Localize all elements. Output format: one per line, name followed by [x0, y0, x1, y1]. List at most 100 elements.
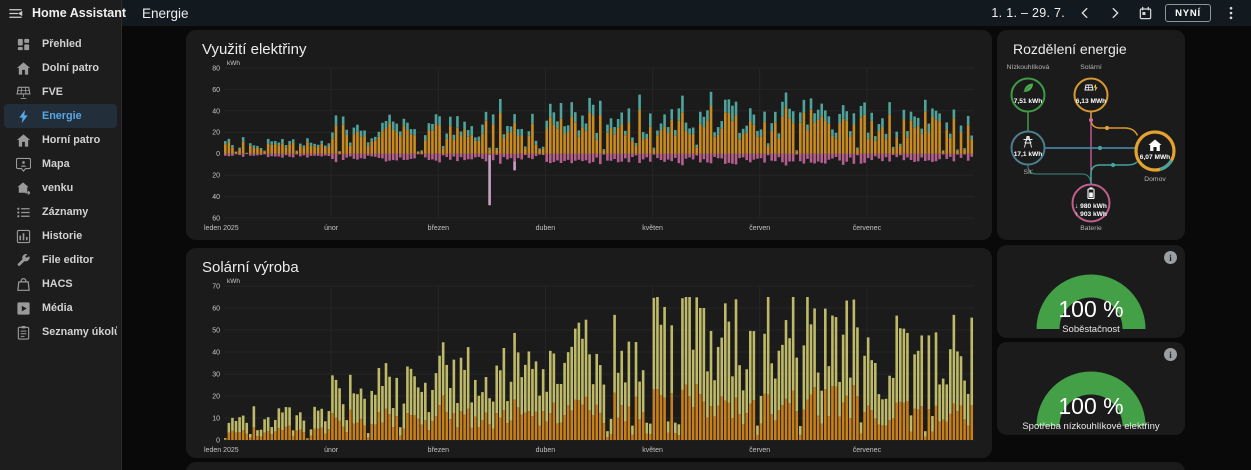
svg-text:0: 0: [216, 437, 220, 444]
svg-text:60: 60: [212, 87, 220, 94]
svg-text:duben: duben: [536, 447, 556, 454]
svg-text:17,1 kWh: 17,1 kWh: [1014, 151, 1043, 158]
svg-text:6,07 MWh: 6,07 MWh: [1140, 154, 1170, 161]
next-period-button[interactable]: [1105, 3, 1125, 23]
sidebar-item-mapa[interactable]: Mapa: [4, 152, 117, 176]
gauge-label: Soběstačnost: [1062, 324, 1120, 335]
store-icon: [16, 277, 31, 292]
sidebar-item-energie[interactable]: Energie: [4, 104, 117, 128]
svg-text:Baterie: Baterie: [1080, 225, 1102, 232]
sidebar-item-label: HACS: [42, 278, 73, 290]
sidebar-item-label: Záznamy: [42, 206, 89, 218]
svg-text:80: 80: [212, 65, 220, 72]
calendar-button[interactable]: [1135, 3, 1155, 23]
svg-text:20: 20: [212, 130, 220, 137]
svg-text:květen: květen: [642, 225, 663, 232]
svg-text:březen: březen: [428, 225, 450, 232]
svg-text:60: 60: [212, 305, 220, 312]
sidebar-item-label: File editor: [42, 254, 94, 266]
hamburger-icon: [9, 8, 23, 18]
sidebar-item-label: Seznamy úkolů: [42, 326, 117, 338]
sidebar: Přehled Dolní patro FVE Energie Horní patro M…: [0, 26, 122, 470]
svg-text:20: 20: [212, 173, 220, 180]
sidebar-item-zaznamy[interactable]: Záznamy: [4, 200, 117, 224]
app-title: Home Assistant: [32, 6, 127, 20]
sidebar-item-prehled[interactable]: Přehled: [4, 32, 117, 56]
svg-text:40: 40: [212, 108, 220, 115]
header-controls: 1. 1. – 29. 7. NYNÍ: [991, 0, 1251, 26]
svg-text:↓ 980 kWh: ↓ 980 kWh: [1075, 203, 1107, 210]
date-range-label[interactable]: 1. 1. – 29. 7.: [991, 6, 1065, 20]
sidebar-item-seznamy-ukolu[interactable]: Seznamy úkolů: [4, 320, 117, 344]
svg-text:červen: červen: [749, 447, 770, 454]
wrench-icon: [16, 253, 31, 268]
svg-text:Nízkouhlíková: Nízkouhlíková: [1007, 64, 1050, 71]
chevron-right-icon: [1112, 7, 1119, 19]
now-button[interactable]: NYNÍ: [1165, 4, 1211, 22]
sidebar-item-label: Přehled: [42, 38, 82, 50]
svg-text:10: 10: [212, 415, 220, 422]
sidebar-item-label: Historie: [42, 230, 83, 242]
sidebar-header: Home Assistant: [0, 0, 126, 26]
chart-box-icon: [16, 229, 31, 244]
node-solar: Solární 6,13 MWh: [1073, 64, 1109, 113]
chevron-left-icon: [1081, 7, 1088, 19]
partially-visible-card: [186, 462, 1185, 470]
svg-text:březen: březen: [428, 447, 450, 454]
svg-text:únor: únor: [324, 225, 339, 232]
sidebar-item-media[interactable]: Média: [4, 296, 117, 320]
sidebar-item-venku[interactable]: venku: [4, 176, 117, 200]
sidebar-item-hacs[interactable]: HACS: [4, 272, 117, 296]
map-icon: [16, 157, 31, 172]
sidebar-item-label: venku: [42, 182, 74, 194]
energy-distribution-diagram: Nízkouhlíková 7,51 kWh Solární 6,13 MWh …: [1007, 64, 1176, 232]
svg-text:květen: květen: [642, 447, 663, 454]
sidebar-item-label: Energie: [42, 110, 82, 122]
svg-text:60: 60: [212, 215, 220, 222]
overflow-menu-button[interactable]: [1221, 3, 1241, 23]
node-battery: ↓ 980 kWh ↑ 903 kWh Baterie: [1071, 183, 1111, 232]
solar-chart-title: Solární výroba: [202, 259, 299, 276]
list-icon: [16, 205, 31, 220]
node-grid: 17,1 kWh Síť: [1010, 130, 1046, 176]
svg-text:0: 0: [216, 151, 220, 158]
self-sufficiency-gauge-card: 100 % Soběstačnost i: [997, 245, 1185, 338]
svg-text:duben: duben: [536, 225, 556, 232]
svg-text:kWh: kWh: [227, 60, 240, 67]
sidebar-item-dolni-patro[interactable]: Dolní patro: [4, 56, 117, 80]
node-low-carbon: Nízkouhlíková 7,51 kWh: [1007, 64, 1050, 113]
calendar-icon: [1139, 6, 1151, 19]
sidebar-item-label: Mapa: [42, 158, 70, 170]
usage-chart-title: Využití elektřiny: [202, 41, 307, 58]
play-box-icon: [16, 301, 31, 316]
svg-text:červenec: červenec: [853, 225, 882, 232]
sidebar-item-file-editor[interactable]: File editor: [4, 248, 117, 272]
menu-toggle-button[interactable]: [8, 3, 23, 23]
info-icon[interactable]: i: [1164, 251, 1177, 264]
electricity-usage-chart[interactable]: 80 60 40 20 0 20 40 60 kWh leden 2025 únor březen du…: [202, 60, 976, 240]
svg-text:červenec: červenec: [853, 447, 882, 454]
previous-period-button[interactable]: [1075, 3, 1095, 23]
sidebar-item-label: Dolní patro: [42, 62, 99, 74]
info-icon[interactable]: i: [1164, 348, 1177, 361]
svg-text:70: 70: [212, 283, 220, 290]
sidebar-item-horni-patro[interactable]: Horní patro: [4, 128, 117, 152]
bars: [224, 91, 974, 206]
svg-text:Solární: Solární: [1080, 64, 1102, 71]
svg-text:kWh: kWh: [227, 278, 240, 285]
svg-text:Síť: Síť: [1024, 169, 1033, 176]
gauge-value: 100 %: [1058, 296, 1124, 322]
sidebar-item-fve[interactable]: FVE: [4, 80, 117, 104]
svg-text:7,51 kWh: 7,51 kWh: [1014, 98, 1043, 105]
svg-text:40: 40: [212, 194, 220, 201]
solar-production-card: Solární výroba 70 60 50 40 30 20 10 0 kWh leden 2…: [186, 248, 992, 458]
main-content: Využití elektřiny 80 60 40 20 0 20 40 60 kWh lede…: [123, 26, 1251, 470]
sidebar-item-historie[interactable]: Historie: [4, 224, 117, 248]
svg-text:40: 40: [212, 349, 220, 356]
gauge-label: Spotřeba nízkouhlíkové elektřiny: [1022, 421, 1160, 432]
home-icon: [16, 133, 31, 148]
sidebar-item-label: Horní patro: [42, 134, 101, 146]
home-icon: [16, 61, 31, 76]
solar-production-chart[interactable]: 70 60 50 40 30 20 10 0 kWh leden 2025 únor březen du…: [202, 278, 976, 458]
home-assistant-app: Home Assistant Energie 1. 1. – 29. 7. NY…: [0, 0, 1251, 470]
